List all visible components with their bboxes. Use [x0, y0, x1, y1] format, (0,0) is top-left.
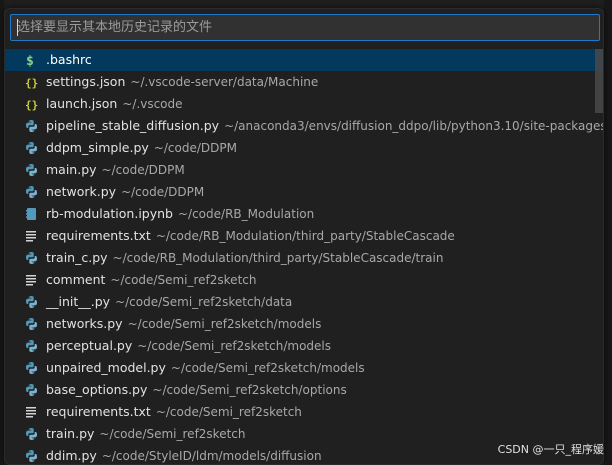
editor-right-edge — [604, 0, 612, 465]
file-path: ~/code/StyleID/ldm/models/diffusion — [101, 449, 322, 463]
python-icon — [25, 423, 39, 445]
svg-text:{}: {} — [25, 77, 38, 90]
file-path: ~/code/RB_Modulation/third_party/StableC… — [155, 229, 455, 243]
quick-pick-item[interactable]: rb-modulation.ipynb ~/code/RB_Modulation — [5, 203, 603, 225]
notebook-icon — [25, 203, 39, 225]
quick-pick-item[interactable]: {} settings.json ~/.vscode-server/data/Mac… — [5, 71, 603, 93]
quick-pick-widget: $ .bashrc {} settings.json ~/.vscode-server/… — [4, 8, 604, 465]
file-path: ~/.vscode — [122, 97, 183, 111]
quick-pick-item[interactable]: pipeline_stable_diffusion.py ~/anaconda3/… — [5, 115, 604, 137]
quick-pick-item[interactable]: __init__.py ~/code/Semi_ref2sketch/data — [5, 291, 603, 313]
python-icon — [25, 159, 39, 181]
text-lines-icon — [25, 225, 39, 247]
file-path: ~/code/Semi_ref2sketch/options — [152, 383, 347, 397]
file-name: .bashrc — [46, 52, 92, 67]
python-icon — [25, 357, 39, 379]
file-name: __init__.py — [46, 294, 111, 309]
python-icon — [25, 291, 39, 313]
file-name: unpaired_model.py — [46, 360, 166, 375]
quick-pick-item[interactable]: base_options.py ~/code/Semi_ref2sketch/op… — [5, 379, 603, 401]
file-name: train_c.py — [46, 250, 108, 265]
file-path: ~/code/Semi_ref2sketch — [99, 427, 246, 441]
file-name: requirements.txt — [46, 228, 151, 243]
file-path: ~/anaconda3/envs/diffusion_ddpo/lib/pyth… — [224, 119, 604, 133]
file-path: ~/code/DDPM — [101, 163, 185, 177]
file-name: ddim.py — [46, 448, 97, 463]
json-braces-icon: {} — [25, 71, 39, 93]
text-lines-icon — [25, 269, 39, 291]
file-path: ~/code/Semi_ref2sketch/data — [115, 295, 293, 309]
text-cursor — [17, 19, 18, 36]
quick-pick-item[interactable]: main.py ~/code/DDPM — [5, 159, 603, 181]
python-icon — [25, 335, 39, 357]
text-lines-icon — [25, 401, 39, 423]
quick-pick-item[interactable]: perceptual.py ~/code/Semi_ref2sketch/mode… — [5, 335, 603, 357]
svg-text:$: $ — [26, 54, 34, 67]
file-path: ~/code/Semi_ref2sketch/models — [127, 317, 322, 331]
quick-pick-item[interactable]: $ .bashrc — [5, 49, 603, 71]
quick-pick-item[interactable]: {} launch.json ~/.vscode — [5, 93, 603, 115]
python-icon — [25, 313, 39, 335]
file-name: main.py — [46, 162, 97, 177]
shell-dollar-icon: $ — [25, 49, 39, 71]
file-path: ~/code/RB_Modulation — [177, 207, 315, 221]
watermark: CSDN @一只_程序媛 — [497, 443, 604, 456]
file-path: ~/code/DDPM — [121, 185, 205, 199]
quick-pick-item[interactable]: requirements.txt ~/code/RB_Modulation/thi… — [5, 225, 603, 247]
python-icon — [25, 247, 39, 269]
file-path: ~/.vscode-server/data/Machine — [130, 75, 319, 89]
file-path: ~/code/Semi_ref2sketch/models — [137, 339, 331, 353]
file-path: ~/code/RB_Modulation/third_party/StableC… — [112, 251, 444, 265]
file-name: train.py — [46, 426, 95, 441]
file-name: base_options.py — [46, 382, 148, 397]
file-path: ~/code/Semi_ref2sketch — [155, 405, 302, 419]
file-name: launch.json — [46, 96, 118, 111]
quick-pick-item[interactable]: ddpm_simple.py ~/code/DDPM — [5, 137, 603, 159]
python-icon — [25, 379, 39, 401]
quick-pick-item[interactable]: comment ~/code/Semi_ref2sketch — [5, 269, 603, 291]
file-path: ~/code/DDPM — [153, 141, 237, 155]
file-name: networks.py — [46, 316, 123, 331]
file-name: pipeline_stable_diffusion.py — [46, 118, 220, 133]
file-path: ~/code/Semi_ref2sketch — [110, 273, 257, 287]
file-name: comment — [46, 272, 106, 287]
python-icon — [25, 115, 39, 137]
quick-pick-item[interactable]: unpaired_model.py ~/code/Semi_ref2sketch/… — [5, 357, 603, 379]
list-scrollbar[interactable] — [595, 49, 603, 113]
file-name: requirements.txt — [46, 404, 151, 419]
json-braces-icon: {} — [25, 93, 39, 115]
svg-text:{}: {} — [25, 99, 38, 112]
quick-pick-item[interactable]: requirements.txt ~/code/Semi_ref2sketch — [5, 401, 603, 423]
python-icon — [25, 137, 39, 159]
file-name: rb-modulation.ipynb — [46, 206, 173, 221]
file-name: perceptual.py — [46, 338, 133, 353]
file-name: ddpm_simple.py — [46, 140, 149, 155]
python-icon — [25, 181, 39, 203]
file-name: settings.json — [46, 74, 126, 89]
quick-pick-input[interactable] — [10, 14, 600, 41]
quick-pick-item[interactable]: network.py ~/code/DDPM — [5, 181, 603, 203]
quick-pick-list: $ .bashrc {} settings.json ~/.vscode-server/… — [5, 49, 604, 464]
quick-pick-item[interactable]: train_c.py ~/code/RB_Modulation/third_par… — [5, 247, 603, 269]
quick-pick-item[interactable]: networks.py ~/code/Semi_ref2sketch/models — [5, 313, 603, 335]
file-path: ~/code/Semi_ref2sketch/models — [170, 361, 365, 375]
python-icon — [25, 445, 39, 464]
file-name: network.py — [46, 184, 117, 199]
